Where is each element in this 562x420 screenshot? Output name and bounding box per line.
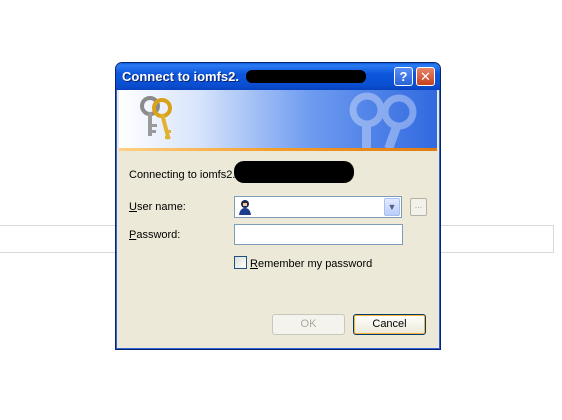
connecting-text: Connecting to iomfs2. — [129, 169, 236, 181]
banner-accent-line — [119, 148, 437, 151]
remember-password-checkbox[interactable] — [234, 256, 247, 269]
window-title: Connect to iomfs2. — [122, 69, 240, 84]
close-button[interactable]: ✕ — [416, 67, 435, 86]
redacted-hostname-title — [246, 70, 366, 83]
ok-button[interactable]: OK — [272, 314, 345, 335]
chevron-down-icon[interactable]: ▼ — [384, 198, 400, 216]
keys-watermark-icon — [349, 92, 417, 148]
cancel-button[interactable]: Cancel — [353, 314, 426, 335]
help-button[interactable]: ? — [394, 67, 413, 86]
keys-icon — [140, 96, 172, 140]
title-bar[interactable]: Connect to iomfs2. ? ✕ — [116, 63, 440, 90]
password-field[interactable] — [234, 224, 403, 245]
user-name-label: User name: — [129, 201, 186, 213]
header-banner — [119, 90, 437, 148]
password-label: Password: — [129, 229, 181, 241]
redacted-hostname — [234, 161, 354, 183]
user-icon — [239, 200, 251, 215]
connect-dialog: Connect to iomfs2. ? ✕ Connecting to iom… — [115, 62, 441, 350]
user-name-combobox[interactable]: ▼ — [234, 196, 402, 218]
browse-button[interactable]: ... — [410, 198, 427, 216]
remember-password-option[interactable]: Remember my password — [234, 256, 372, 270]
